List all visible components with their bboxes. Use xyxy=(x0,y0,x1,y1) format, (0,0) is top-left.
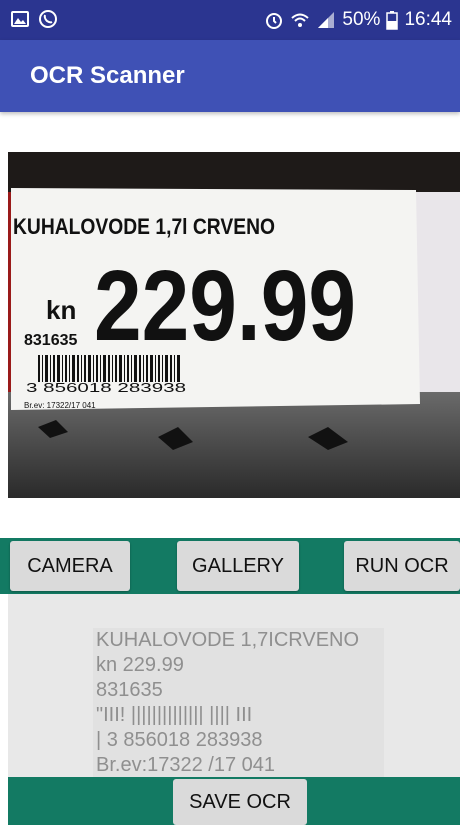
save-ocr-button[interactable]: SAVE OCR xyxy=(173,779,307,825)
wifi-icon xyxy=(291,13,310,27)
gallery-icon xyxy=(11,11,29,27)
status-bar: 50% 16:44 xyxy=(0,0,460,40)
barcode xyxy=(38,355,180,382)
camera-button[interactable]: CAMERA xyxy=(10,541,130,591)
run-ocr-button[interactable]: RUN OCR xyxy=(344,541,460,591)
viber-icon xyxy=(39,10,57,28)
label-price: 229.99 xyxy=(94,250,356,362)
barcode-digits: 3 856018 283938 xyxy=(26,380,186,395)
alarm-icon xyxy=(266,13,283,29)
price-label-photo: KUHALOVODE 1,7l CRVENO kn 229.99 831635 … xyxy=(8,152,460,498)
label-currency: kn xyxy=(46,295,76,325)
scanned-photo: KUHALOVODE 1,7l CRVENO kn 229.99 831635 … xyxy=(8,152,460,498)
battery-icon xyxy=(386,11,399,30)
signal-icon xyxy=(318,12,335,28)
app-bar: OCR Scanner xyxy=(0,40,460,112)
ocr-result-text[interactable]: KUHALOVODE 1,7ICRVENO kn 229.99 831635 "… xyxy=(93,628,384,777)
label-code: 831635 xyxy=(24,332,77,349)
bottom-bar: SAVE OCR xyxy=(8,777,460,825)
ocr-result-area[interactable]: KUHALOVODE 1,7ICRVENO kn 229.99 831635 "… xyxy=(8,594,460,777)
battery-percent: 50% xyxy=(342,9,381,30)
label-reg: Br.ev: 17322/17 041 xyxy=(24,401,96,410)
gallery-button[interactable]: GALLERY xyxy=(177,541,299,591)
clock: 16:44 xyxy=(404,9,452,30)
button-strip: CAMERA GALLERY RUN OCR xyxy=(0,538,460,594)
app-title: OCR Scanner xyxy=(30,62,185,89)
label-title: KUHALOVODE 1,7l CRVENO xyxy=(13,214,275,239)
